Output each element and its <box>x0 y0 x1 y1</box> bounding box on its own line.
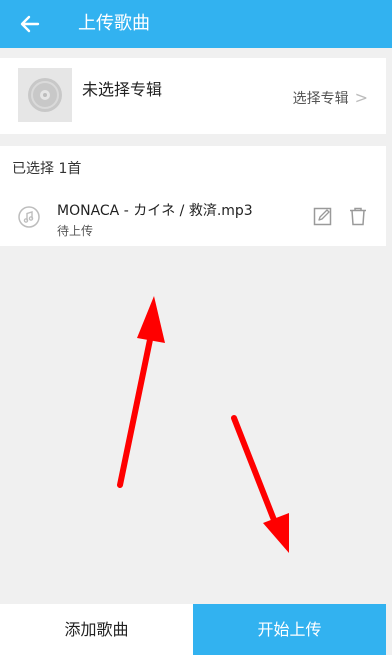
annotation-arrow-up <box>117 296 165 488</box>
song-name: MONACA - カイネ / 救済.mp3 <box>57 203 253 219</box>
add-song-button[interactable]: 添加歌曲 <box>0 604 193 655</box>
album-cover <box>18 68 72 122</box>
annotation-arrow-down <box>231 415 289 553</box>
select-album-button[interactable]: 选择专辑 > <box>293 88 368 108</box>
song-status: 待上传 <box>57 224 94 238</box>
edit-icon[interactable] <box>313 206 333 226</box>
vinyl-disc-icon <box>28 78 62 112</box>
start-upload-button[interactable]: 开始上传 <box>193 604 386 655</box>
album-label: 未选择专辑 <box>82 80 163 99</box>
select-album-label: 选择专辑 <box>292 91 349 107</box>
selected-songs-card: 已选择 1首 MONACA - カイネ / 救済.mp3 待上传 <box>0 146 386 246</box>
album-card[interactable]: 未选择专辑 选择专辑 > <box>0 58 386 134</box>
selected-count: 已选择 1首 <box>12 161 82 177</box>
page-title: 上传歌曲 <box>78 13 150 34</box>
song-row[interactable]: MONACA - カイネ / 救済.mp3 待上传 <box>0 190 386 244</box>
music-note-icon <box>18 206 40 228</box>
bottom-action-bar: 添加歌曲 开始上传 <box>0 604 386 655</box>
trash-icon[interactable] <box>348 206 368 226</box>
top-bar: 上传歌曲 <box>0 0 392 48</box>
arrow-left-icon[interactable] <box>18 12 42 36</box>
chevron-right-icon: > <box>354 88 368 107</box>
